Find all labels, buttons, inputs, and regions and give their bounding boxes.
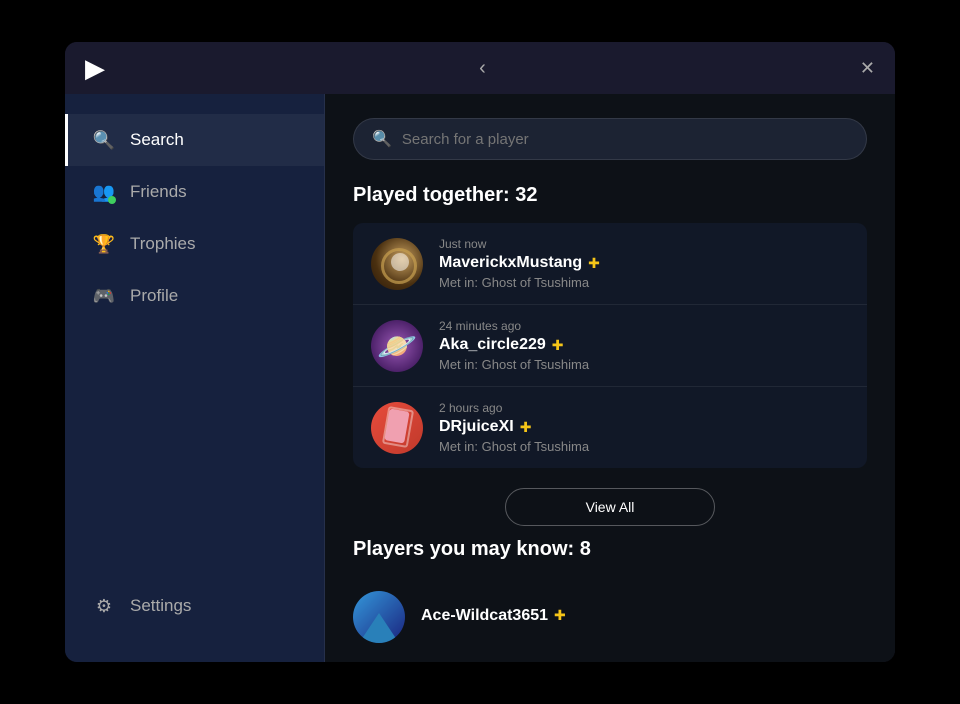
- sidebar-item-profile[interactable]: 🎮 Profile: [65, 270, 324, 322]
- sidebar-item-trophies[interactable]: 🏆 Trophies: [65, 218, 324, 270]
- player-time: 24 minutes ago: [439, 319, 849, 333]
- search-bar-icon: 🔍: [372, 129, 392, 149]
- friends-icon: 👥: [92, 180, 116, 204]
- sidebar-item-settings[interactable]: ⚙ Settings: [65, 580, 324, 632]
- search-bar-container: 🔍: [353, 118, 867, 160]
- played-together-list: Just now MaverickxMustang ✚ Met in: Ghos…: [353, 223, 867, 468]
- players-you-may-know-section: Players you may know: 8 Ace-Wildcat3651 …: [353, 538, 867, 657]
- sidebar: 🔍 Search 👥 Friends 🏆 Trophies: [65, 94, 325, 662]
- ps-plus-icon: ✚: [552, 337, 564, 354]
- sidebar-nav: 🔍 Search 👥 Friends 🏆 Trophies: [65, 114, 324, 570]
- players-you-may-know-title: Players you may know: 8: [353, 538, 867, 561]
- friends-online-dot: [108, 196, 116, 204]
- sidebar-item-settings-label: Settings: [130, 596, 191, 616]
- player-time: 2 hours ago: [439, 401, 849, 415]
- player-name: MaverickxMustang: [439, 254, 582, 272]
- trophies-icon: 🏆: [92, 232, 116, 256]
- sidebar-item-trophies-label: Trophies: [130, 234, 196, 254]
- ps-plus-icon: ✚: [588, 255, 600, 272]
- view-all-container: View All: [353, 488, 867, 526]
- player-name-row: Aka_circle229 ✚: [439, 336, 849, 354]
- played-together-title: Played together: 32: [353, 184, 867, 207]
- avatar: [371, 320, 423, 372]
- player-info: 24 minutes ago Aka_circle229 ✚ Met in: G…: [439, 319, 849, 372]
- search-icon: 🔍: [92, 128, 116, 152]
- player-info: 2 hours ago DRjuiceXI ✚ Met in: Ghost of…: [439, 401, 849, 454]
- played-together-section: Played together: 32 Just now MaverickxMu…: [353, 184, 867, 526]
- player-name: Ace-Wildcat3651: [421, 607, 548, 625]
- table-row[interactable]: Just now MaverickxMustang ✚ Met in: Ghos…: [353, 223, 867, 305]
- sidebar-item-friends-label: Friends: [130, 182, 187, 202]
- ps-plus-icon: ✚: [554, 607, 566, 624]
- player-info: Ace-Wildcat3651 ✚: [421, 607, 867, 628]
- player-name-row: Ace-Wildcat3651 ✚: [421, 607, 867, 625]
- back-button[interactable]: ‹: [479, 57, 486, 80]
- search-input[interactable]: [402, 131, 848, 148]
- sidebar-bottom: ⚙ Settings: [65, 570, 324, 642]
- sidebar-item-friends[interactable]: 👥 Friends: [65, 166, 324, 218]
- player-name: Aka_circle229: [439, 336, 546, 354]
- avatar: [353, 591, 405, 643]
- view-all-button[interactable]: View All: [505, 488, 716, 526]
- sidebar-item-profile-label: Profile: [130, 286, 178, 306]
- table-row[interactable]: 2 hours ago DRjuiceXI ✚ Met in: Ghost of…: [353, 387, 867, 468]
- player-game: Met in: Ghost of Tsushima: [439, 275, 849, 290]
- playstation-logo: ▶: [85, 53, 105, 84]
- player-time: Just now: [439, 237, 849, 251]
- player-name-row: MaverickxMustang ✚: [439, 254, 849, 272]
- player-name: DRjuiceXI: [439, 418, 514, 436]
- settings-icon: ⚙: [92, 594, 116, 618]
- avatar: [371, 238, 423, 290]
- player-name-row: DRjuiceXI ✚: [439, 418, 849, 436]
- close-button[interactable]: ✕: [860, 58, 875, 79]
- avatar: [371, 402, 423, 454]
- player-game: Met in: Ghost of Tsushima: [439, 357, 849, 372]
- window-header: ▶ ‹ ✕: [65, 42, 895, 94]
- table-row[interactable]: Ace-Wildcat3651 ✚: [353, 577, 867, 657]
- player-info: Just now MaverickxMustang ✚ Met in: Ghos…: [439, 237, 849, 290]
- profile-icon: 🎮: [92, 284, 116, 308]
- sidebar-item-search[interactable]: 🔍 Search: [65, 114, 324, 166]
- main-content: 🔍 Played together: 32 Just now Maverickx…: [325, 94, 895, 662]
- ps-plus-icon: ✚: [520, 419, 532, 436]
- search-bar[interactable]: 🔍: [353, 118, 867, 160]
- player-game: Met in: Ghost of Tsushima: [439, 439, 849, 454]
- sidebar-item-search-label: Search: [130, 130, 184, 150]
- table-row[interactable]: 24 minutes ago Aka_circle229 ✚ Met in: G…: [353, 305, 867, 387]
